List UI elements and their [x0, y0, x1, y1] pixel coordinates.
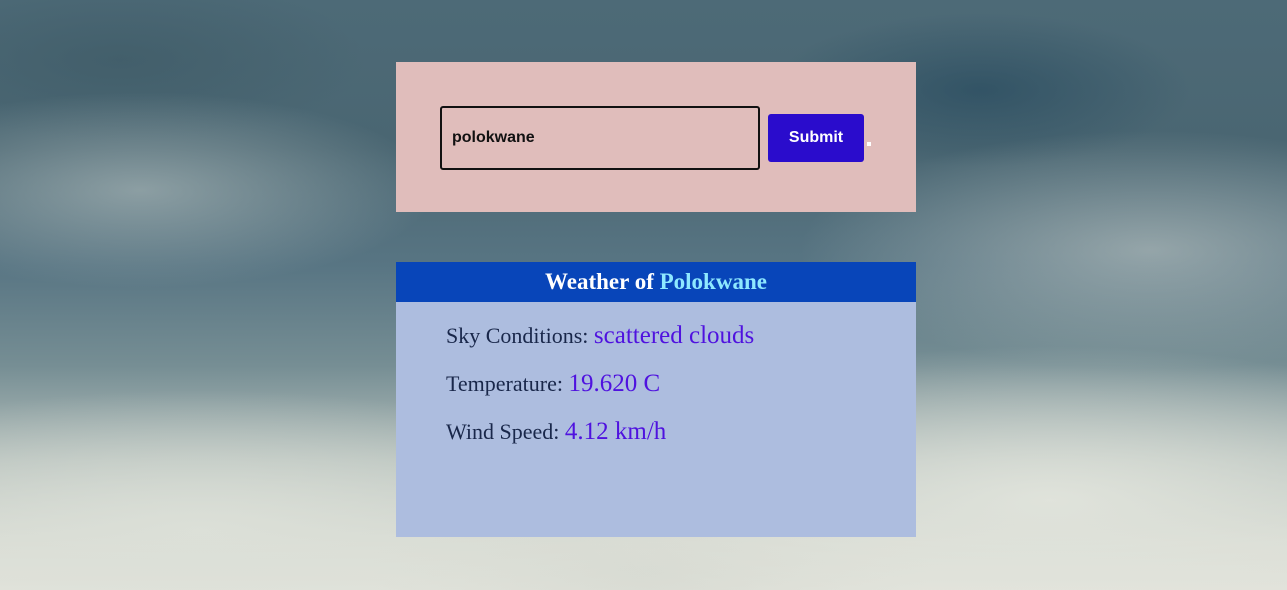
temperature-value: 19.620 C: [568, 370, 661, 397]
temperature-label: Temperature:: [446, 371, 569, 396]
weather-panel: Weather of Polokwane Sky Conditions: sca…: [396, 262, 916, 537]
weather-city-name: Polokwane: [659, 269, 767, 294]
wind-speed-label: Wind Speed:: [446, 419, 565, 444]
sky-conditions-label: Sky Conditions:: [446, 323, 594, 348]
search-panel: Submit: [396, 62, 916, 212]
wind-speed-row: Wind Speed: 4.12 km/h: [446, 418, 916, 466]
weather-title-prefix: Weather of: [545, 269, 660, 294]
sky-conditions-value: scattered clouds: [593, 322, 755, 349]
submit-button[interactable]: Submit: [768, 114, 864, 162]
weather-details: Sky Conditions: scattered clouds Tempera…: [396, 302, 916, 466]
sky-conditions-row: Sky Conditions: scattered clouds: [446, 322, 916, 370]
page-background: { "search": { "input_value": "polokwane"…: [0, 0, 1287, 590]
trailing-dot-mark: [867, 142, 871, 146]
city-search-input[interactable]: [440, 106, 760, 170]
wind-speed-value: 4.12 km/h: [564, 418, 667, 445]
weather-header: Weather of Polokwane: [396, 262, 916, 302]
temperature-row: Temperature: 19.620 C: [446, 370, 916, 418]
